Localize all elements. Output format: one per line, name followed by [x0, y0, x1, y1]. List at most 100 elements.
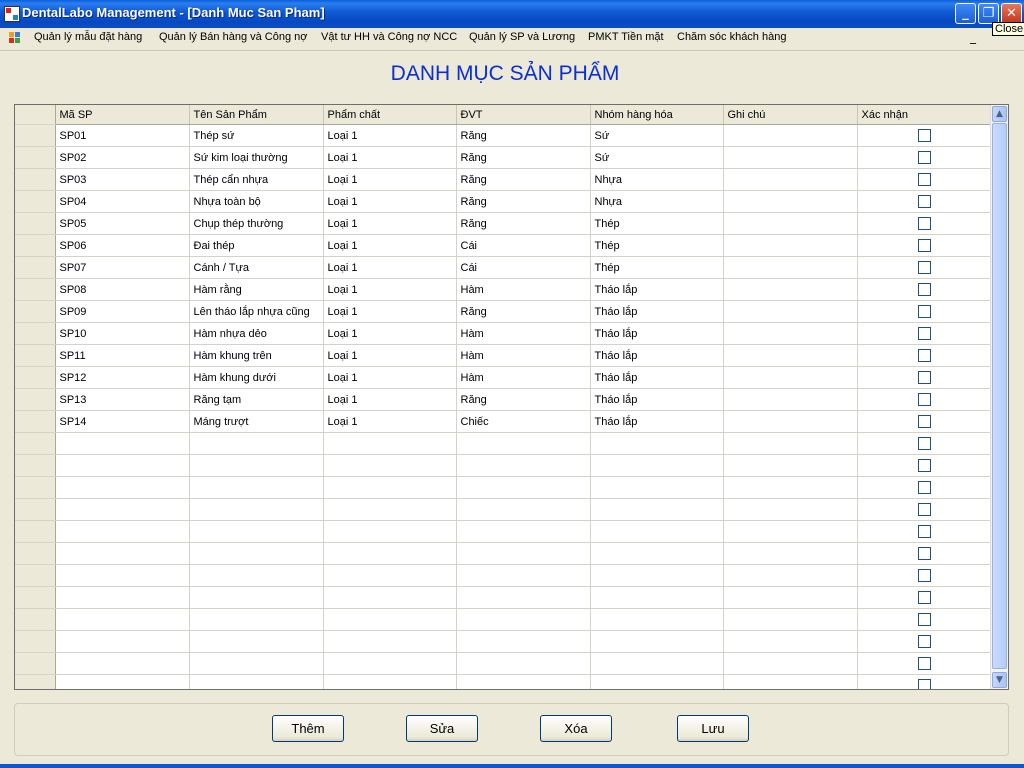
table-cell[interactable]: Nhựa: [590, 168, 724, 191]
row-header[interactable]: [15, 168, 56, 191]
table-cell[interactable]: [590, 454, 724, 477]
table-cell[interactable]: Tháo lắp: [590, 300, 724, 323]
table-cell[interactable]: [323, 608, 457, 631]
row-header[interactable]: [15, 410, 56, 433]
table-cell[interactable]: Răng: [456, 212, 591, 235]
close-button[interactable]: ✕: [1001, 3, 1022, 24]
table-row[interactable]: SP01 Thép sứ Loại 1 Răng Sứ: [15, 124, 993, 147]
table-cell[interactable]: Hàm khung dưới: [189, 366, 324, 389]
confirm-checkbox[interactable]: [918, 569, 931, 582]
row-header[interactable]: [15, 608, 56, 631]
table-cell[interactable]: Loại 1: [323, 190, 457, 213]
table-row[interactable]: SP06 Đai thép Loại 1 Cái Thép: [15, 234, 993, 257]
table-cell[interactable]: [189, 476, 324, 499]
table-cell[interactable]: [456, 564, 591, 587]
mdi-child-icon[interactable]: [9, 32, 22, 45]
table-cell[interactable]: [189, 674, 324, 689]
table-row[interactable]: [15, 630, 993, 653]
table-row[interactable]: SP02 Sứ kim loại thường Loại 1 Răng Sứ: [15, 146, 993, 169]
table-row[interactable]: SP14 Máng trượt Loại 1 Chiếc Tháo lắp: [15, 410, 993, 433]
table-cell[interactable]: [590, 674, 724, 689]
table-cell[interactable]: [189, 432, 324, 455]
table-cell[interactable]: SP07: [55, 256, 190, 279]
table-cell[interactable]: Thép: [590, 256, 724, 279]
confirm-checkbox[interactable]: [918, 635, 931, 648]
row-header[interactable]: [15, 300, 56, 323]
table-cell[interactable]: SP11: [55, 344, 190, 367]
row-header[interactable]: [15, 586, 56, 609]
table-cell[interactable]: Loại 1: [323, 234, 457, 257]
table-cell[interactable]: Hàm: [456, 344, 591, 367]
table-cell[interactable]: [590, 608, 724, 631]
table-cell[interactable]: [723, 300, 858, 323]
table-row[interactable]: [15, 498, 993, 521]
table-row[interactable]: [15, 586, 993, 609]
confirm-checkbox[interactable]: [918, 283, 931, 296]
table-cell[interactable]: SP02: [55, 146, 190, 169]
menu-supplies-supplier[interactable]: Vật tư HH và Công nợ NCC: [321, 31, 457, 43]
table-cell[interactable]: [189, 608, 324, 631]
table-cell[interactable]: [590, 542, 724, 565]
table-cell[interactable]: [323, 652, 457, 675]
table-row[interactable]: SP05 Chụp thép thường Loại 1 Răng Thép: [15, 212, 993, 235]
menu-customer-care[interactable]: Chăm sóc khách hàng: [677, 31, 786, 43]
row-header[interactable]: [15, 630, 56, 653]
table-cell[interactable]: Tháo lắp: [590, 388, 724, 411]
row-header[interactable]: [15, 652, 56, 675]
table-cell[interactable]: [723, 608, 858, 631]
table-cell[interactable]: Răng: [456, 300, 591, 323]
table-cell[interactable]: [456, 652, 591, 675]
table-row[interactable]: SP13 Răng tạm Loại 1 Răng Tháo lắp: [15, 388, 993, 411]
table-cell[interactable]: [456, 608, 591, 631]
table-cell[interactable]: SP13: [55, 388, 190, 411]
table-cell[interactable]: [55, 542, 190, 565]
table-cell[interactable]: [55, 630, 190, 653]
table-row[interactable]: SP03 Thép cẩn nhựa Loại 1 Răng Nhựa: [15, 168, 993, 191]
table-cell[interactable]: [723, 542, 858, 565]
table-cell[interactable]: Cánh / Tựa: [189, 256, 324, 279]
confirm-checkbox[interactable]: [918, 349, 931, 362]
row-header[interactable]: [15, 366, 56, 389]
confirm-checkbox[interactable]: [918, 481, 931, 494]
confirm-checkbox[interactable]: [918, 525, 931, 538]
table-cell[interactable]: Răng tạm: [189, 388, 324, 411]
table-cell[interactable]: Loại 1: [323, 168, 457, 191]
table-cell[interactable]: [590, 564, 724, 587]
table-cell[interactable]: [723, 476, 858, 499]
scroll-thumb[interactable]: [992, 123, 1007, 669]
table-cell[interactable]: [723, 564, 858, 587]
confirm-checkbox[interactable]: [918, 437, 931, 450]
table-cell[interactable]: Tháo lắp: [590, 410, 724, 433]
table-cell[interactable]: [456, 630, 591, 653]
table-cell[interactable]: Loại 1: [323, 256, 457, 279]
row-header[interactable]: [15, 388, 56, 411]
table-cell[interactable]: [323, 630, 457, 653]
table-cell[interactable]: Sứ: [590, 146, 724, 169]
table-cell[interactable]: Máng trượt: [189, 410, 324, 433]
app-icon[interactable]: [4, 6, 20, 22]
title-bar[interactable]: DentalLabo Management - [Danh Muc San Ph…: [0, 0, 1024, 28]
table-cell[interactable]: [323, 432, 457, 455]
table-cell[interactable]: Thép: [590, 212, 724, 235]
table-cell[interactable]: [55, 476, 190, 499]
table-cell[interactable]: [323, 498, 457, 521]
table-cell[interactable]: [456, 520, 591, 543]
table-cell[interactable]: Đai thép: [189, 234, 324, 257]
table-cell[interactable]: Chiếc: [456, 410, 591, 433]
table-cell[interactable]: [723, 278, 858, 301]
column-header[interactable]: Nhóm hàng hóa: [590, 105, 724, 125]
table-cell[interactable]: Tháo lắp: [590, 322, 724, 345]
vertical-scrollbar[interactable]: ▲ ▼: [990, 105, 1008, 689]
minimize-button[interactable]: _: [955, 3, 976, 24]
table-cell[interactable]: [55, 608, 190, 631]
table-cell[interactable]: [723, 432, 858, 455]
table-cell[interactable]: Loại 1: [323, 410, 457, 433]
row-header[interactable]: [15, 234, 56, 257]
table-row[interactable]: SP08 Hàm rằng Loại 1 Hàm Tháo lắp: [15, 278, 993, 301]
table-row[interactable]: [15, 608, 993, 631]
confirm-checkbox[interactable]: [918, 239, 931, 252]
table-cell[interactable]: [723, 366, 858, 389]
table-cell[interactable]: [723, 652, 858, 675]
table-cell[interactable]: Nhựa: [590, 190, 724, 213]
table-cell[interactable]: [590, 630, 724, 653]
